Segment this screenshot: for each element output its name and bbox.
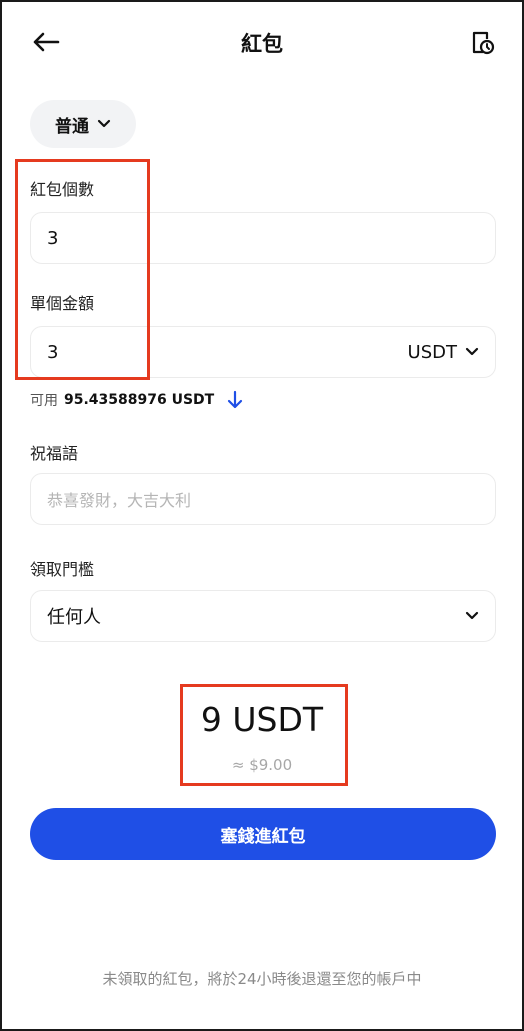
packet-type-label: 普通 [55, 116, 89, 137]
threshold-dropdown[interactable]: 任何人 [30, 590, 496, 642]
chevron-down-icon [465, 611, 479, 620]
packet-count-label: 紅包個數 [30, 180, 95, 199]
document-clock-icon [472, 31, 495, 55]
available-amount: 95.43588976 USDT [64, 392, 215, 408]
arrow-down-icon[interactable] [226, 390, 244, 410]
threshold-value: 任何人 [47, 607, 101, 628]
greeting-label: 祝福語 [30, 444, 79, 463]
history-button[interactable] [466, 26, 500, 60]
packet-count-input[interactable]: 3 [30, 212, 496, 264]
submit-button[interactable]: 塞錢進紅包 [30, 808, 496, 860]
page-title: 紅包 [241, 32, 283, 56]
fiat-equivalent: ≈ $9.00 [231, 756, 293, 774]
refund-notice: 未領取的紅包，將於24小時後退還至您的帳戶中 [102, 970, 422, 988]
greeting-placeholder: 恭喜發財，大吉大利 [47, 491, 192, 510]
red-packet-screen: 紅包 普通 紅包個數 3 單個金額 3 USDT 可用 95.43588976 … [0, 0, 524, 1031]
unit-amount-label: 單個金額 [30, 294, 95, 313]
unit-amount-value: 3 [47, 341, 59, 363]
available-label: 可用 [30, 393, 58, 409]
available-balance: 可用 95.43588976 USDT [30, 390, 244, 410]
header: 紅包 [2, 2, 522, 86]
unit-amount-input[interactable]: 3 USDT [30, 326, 496, 378]
currency-selector[interactable]: USDT [408, 342, 479, 363]
greeting-input[interactable]: 恭喜發財，大吉大利 [30, 473, 496, 525]
currency-label: USDT [407, 341, 457, 363]
chevron-down-icon [465, 347, 479, 356]
threshold-label: 領取門檻 [30, 560, 95, 579]
total-amount: 9 USDT [200, 700, 324, 739]
chevron-down-icon [97, 119, 111, 128]
packet-count-value: 3 [47, 227, 59, 249]
packet-type-dropdown[interactable]: 普通 [30, 100, 136, 148]
